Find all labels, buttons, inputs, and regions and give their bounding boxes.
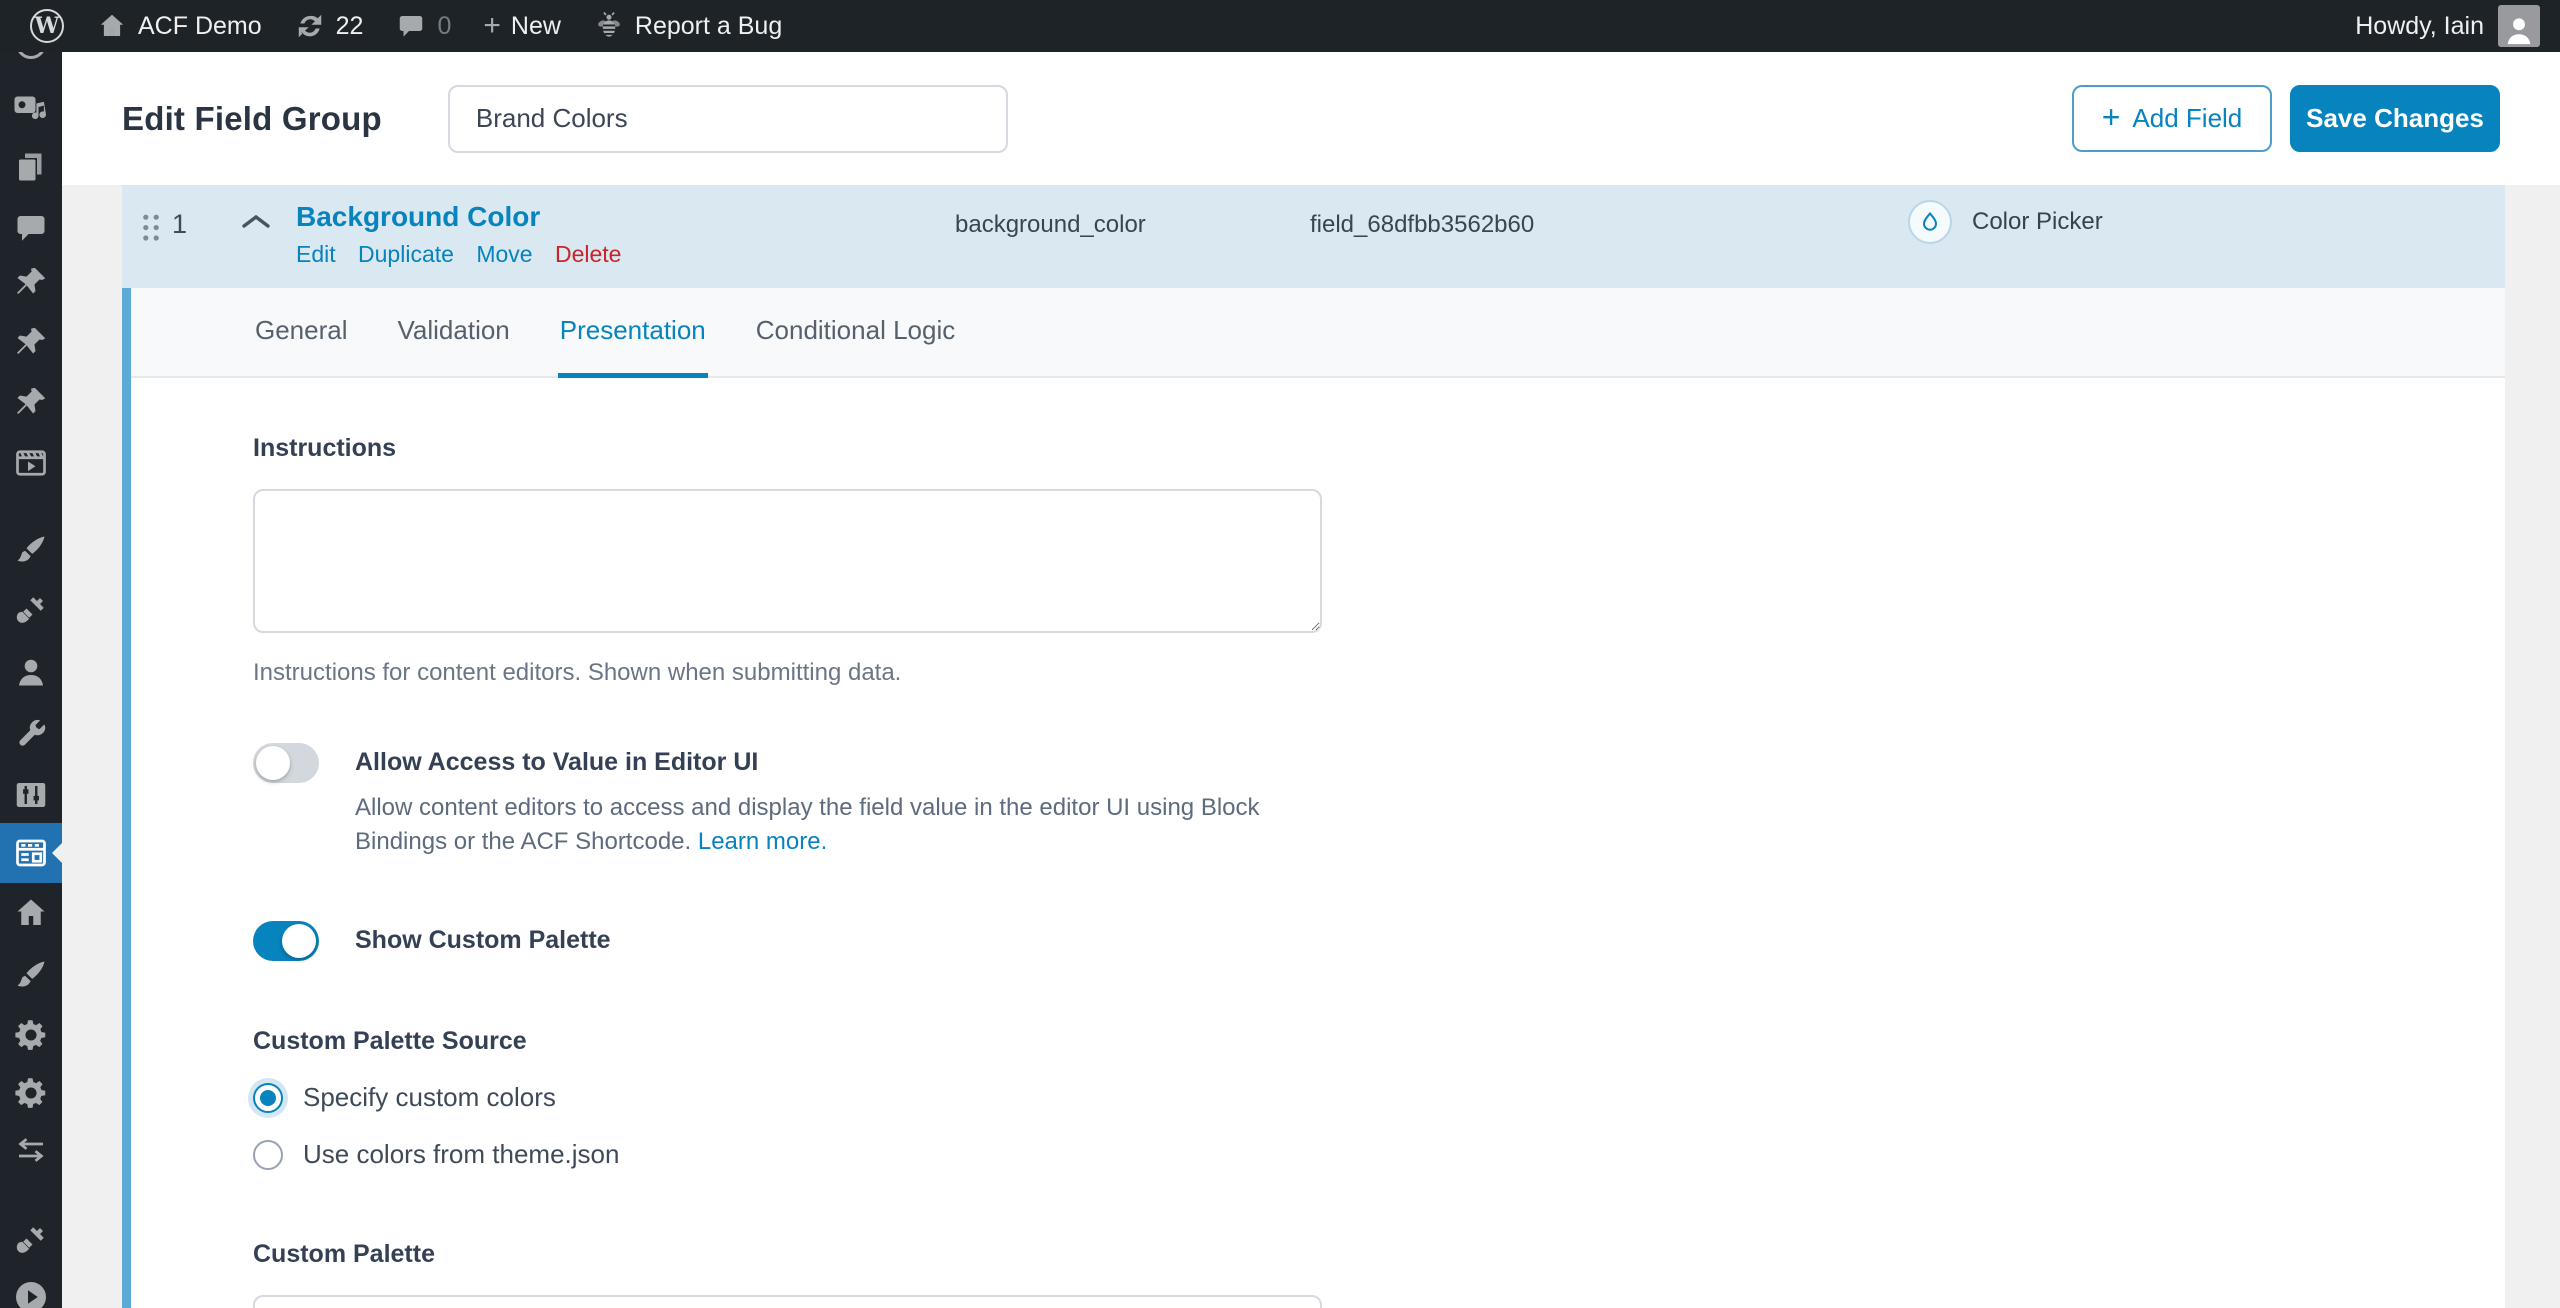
sidebar-item-pages[interactable] (13, 149, 49, 185)
sidebar-item-swap[interactable] (13, 1132, 49, 1168)
allow-access-description: Allow content editors to access and disp… (355, 791, 1320, 859)
field-type-label: Color Picker (1972, 208, 2103, 236)
site-name-link[interactable]: ACF Demo (80, 0, 278, 52)
collapse-chevron-icon[interactable] (240, 211, 272, 237)
save-changes-button[interactable]: Save Changes (2290, 85, 2500, 152)
instructions-label: Instructions (253, 434, 2505, 463)
comments-link[interactable]: 0 (379, 0, 467, 52)
allow-access-toggle[interactable] (253, 743, 319, 783)
sidebar-item-pin-2[interactable] (13, 324, 49, 360)
custom-palette-input[interactable] (253, 1295, 1322, 1308)
admin-sidebar (0, 52, 62, 1308)
drag-handle-icon[interactable] (138, 212, 164, 242)
plus-icon: + (483, 11, 501, 41)
allow-access-setting: Allow Access to Value in Editor UI Allow… (253, 743, 2505, 859)
field-settings-tabs: General Validation Presentation Conditio… (131, 288, 2505, 378)
sidebar-item-settings[interactable] (13, 777, 49, 813)
delete-field-link[interactable]: Delete (555, 241, 621, 267)
field-actions: Edit Duplicate Move Delete (296, 241, 637, 268)
sidebar-item-comments[interactable] (13, 210, 49, 246)
page-header: Edit Field Group + Add Field Save Change… (62, 52, 2560, 185)
field-name: background_color (955, 211, 1146, 239)
custom-palette-label: Custom Palette (253, 1240, 2505, 1269)
new-content-menu[interactable]: + New (467, 0, 577, 52)
field-key: field_68dfbb3562b60 (1310, 211, 1534, 239)
learn-more-link[interactable]: Learn more. (698, 828, 827, 855)
field-group-card: 1 Background Color Edit Duplicate Move D… (122, 185, 2505, 1308)
home-icon (96, 10, 128, 42)
sidebar-item-appearance[interactable] (13, 532, 49, 568)
account-menu[interactable]: Howdy, Iain (2355, 5, 2546, 47)
sidebar-item-gear-1[interactable] (13, 1017, 49, 1053)
sidebar-item-pin-3[interactable] (13, 384, 49, 420)
sidebar-item-plugins[interactable] (13, 592, 49, 628)
plus-icon: + (2102, 99, 2121, 136)
droplet-icon (1908, 200, 1952, 244)
tab-validation[interactable]: Validation (396, 288, 512, 378)
radio-use-theme-json[interactable]: Use colors from theme.json (253, 1139, 2505, 1170)
content-area: 1 Background Color Edit Duplicate Move D… (62, 185, 2560, 1308)
tab-presentation[interactable]: Presentation (558, 288, 708, 378)
wordpress-logo-icon: W (30, 9, 64, 43)
instructions-textarea[interactable] (253, 489, 1322, 633)
show-custom-palette-setting: Show Custom Palette (253, 921, 2505, 961)
new-label: New (511, 12, 561, 41)
page-title: Edit Field Group (122, 100, 382, 138)
field-row[interactable]: 1 Background Color Edit Duplicate Move D… (122, 185, 2505, 288)
avatar (2498, 5, 2540, 47)
tab-conditional-logic[interactable]: Conditional Logic (754, 288, 957, 378)
presentation-panel: Instructions Instructions for content ed… (131, 378, 2505, 1308)
comment-bubble-icon (395, 10, 427, 42)
report-bug-label: Report a Bug (635, 12, 782, 41)
show-custom-palette-label: Show Custom Palette (355, 926, 611, 955)
sidebar-item-brush[interactable] (13, 957, 49, 993)
field-title-link[interactable]: Background Color (296, 201, 540, 233)
sidebar-item-video[interactable] (13, 445, 49, 481)
sidebar-item-pin-1[interactable] (13, 264, 49, 300)
sidebar-item-tools[interactable] (13, 715, 49, 751)
show-custom-palette-toggle[interactable] (253, 921, 319, 961)
tab-general[interactable]: General (253, 288, 350, 378)
updates-count: 22 (336, 12, 364, 41)
add-field-button[interactable]: + Add Field (2072, 85, 2272, 152)
report-bug-link[interactable]: Report a Bug (577, 0, 798, 52)
field-type: Color Picker (1908, 200, 2103, 244)
instructions-help: Instructions for content editors. Shown … (253, 659, 2505, 687)
allow-access-label: Allow Access to Value in Editor UI (355, 748, 1320, 777)
sidebar-item-users[interactable] (13, 654, 49, 690)
acf-field-groups-icon (13, 835, 49, 871)
bee-icon (593, 10, 625, 42)
move-field-link[interactable]: Move (476, 241, 532, 267)
sidebar-item-acf-active[interactable] (0, 823, 62, 883)
sidebar-item-play[interactable] (13, 1279, 49, 1308)
sidebar-item-home[interactable] (13, 895, 49, 931)
comments-count: 0 (437, 12, 451, 41)
palette-source-label: Custom Palette Source (253, 1027, 2505, 1056)
sidebar-item-media[interactable] (13, 89, 49, 125)
edit-field-link[interactable]: Edit (296, 241, 336, 267)
field-group-name-input[interactable] (448, 85, 1008, 153)
site-name-label: ACF Demo (138, 12, 262, 41)
radio-selected-icon[interactable] (253, 1083, 283, 1113)
sidebar-item-dashboard[interactable] (13, 52, 49, 62)
field-order: 1 (172, 209, 187, 240)
radio-specify-custom-colors[interactable]: Specify custom colors (253, 1082, 2505, 1113)
duplicate-field-link[interactable]: Duplicate (358, 241, 454, 267)
open-field-accent-bar (122, 288, 131, 1308)
admin-bar: W ACF Demo 22 0 + New Report a Bug Howdy… (0, 0, 2560, 52)
updates-link[interactable]: 22 (278, 0, 380, 52)
add-field-label: Add Field (2132, 103, 2242, 134)
sidebar-item-plug[interactable] (13, 1222, 49, 1258)
updates-refresh-icon (294, 10, 326, 42)
sidebar-item-gear-2[interactable] (13, 1075, 49, 1111)
radio-unselected-icon[interactable] (253, 1140, 283, 1170)
wordpress-menu[interactable]: W (14, 0, 80, 52)
howdy-label: Howdy, Iain (2355, 12, 2484, 41)
